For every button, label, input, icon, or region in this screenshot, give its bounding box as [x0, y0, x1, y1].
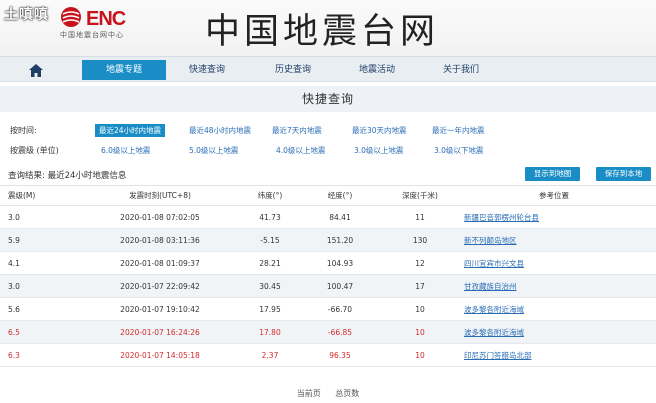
- cell-time: 2020-01-07 19:10:42: [120, 304, 200, 314]
- cell-latitude: 17.95: [259, 304, 281, 314]
- cell-location-link[interactable]: 波多黎各附近海域: [464, 298, 644, 320]
- cell-longitude: 104.93: [326, 258, 354, 268]
- cell-longitude: 100.47: [326, 281, 354, 291]
- time-option-1y[interactable]: 最近一年内地震: [428, 124, 489, 137]
- cell-longitude: -66.85: [327, 327, 353, 337]
- mag-option-3[interactable]: 3.0级以上地震: [350, 144, 407, 157]
- header-time[interactable]: 发震时刻(UTC+8): [100, 186, 220, 205]
- cell-time: 2020-01-07 14:05:18: [120, 350, 200, 360]
- cell-longitude: 151.20: [326, 235, 354, 245]
- pager-total: 总页数: [335, 389, 360, 398]
- cell-time: 2020-01-08 07:02:05: [120, 212, 200, 222]
- table-row[interactable]: 4.1 2020-01-08 01:09:37 28.21 104.93 12 …: [0, 252, 656, 275]
- cenc-logo-icon: [61, 7, 81, 27]
- table-row[interactable]: 5.6 2020-01-07 19:10:42 17.95 -66.70 10 …: [0, 298, 656, 321]
- mag-option-4[interactable]: 4.0级以上地震: [272, 144, 329, 157]
- cell-latitude: 28.21: [259, 258, 281, 268]
- cell-latitude: 41.73: [259, 212, 281, 222]
- cell-depth: 130: [412, 235, 428, 245]
- table-header: 震级(M) 发震时刻(UTC+8) 纬度(°) 经度(°) 深度(千米) 参考位…: [0, 186, 656, 206]
- cell-time: 2020-01-07 22:09:42: [120, 281, 200, 291]
- header-depth[interactable]: 深度(千米): [395, 186, 445, 205]
- show-on-map-button[interactable]: 显示到地图: [525, 167, 580, 181]
- result-text: 查询结果: 最近24小时地震信息: [8, 171, 127, 181]
- cell-depth: 11: [415, 212, 425, 222]
- cell-latitude: 30.45: [259, 281, 281, 291]
- cell-location-link[interactable]: 新不列颠岛地区: [464, 229, 644, 251]
- result-bar: 查询结果: 最近24小时地震信息 显示到地图 保存到本地: [0, 164, 656, 186]
- nav-item-about[interactable]: 关于我们: [424, 60, 498, 80]
- nav-item-history[interactable]: 历史查询: [256, 60, 330, 80]
- nav-home[interactable]: [22, 60, 50, 80]
- cell-depth: 10: [415, 327, 425, 337]
- cell-magnitude: 6.3: [8, 350, 20, 360]
- cell-time: 2020-01-08 03:11:36: [120, 235, 200, 245]
- cell-time: 2020-01-08 01:09:37: [120, 258, 200, 268]
- cell-location-link[interactable]: 新疆巴音郭楞州轮台县: [464, 206, 644, 228]
- logo-subtitle: 中国地震台网中心: [60, 31, 124, 39]
- cell-location-link[interactable]: 四川宜宾市兴文县: [464, 252, 644, 274]
- table-row[interactable]: 3.0 2020-01-07 22:09:42 30.45 100.47 17 …: [0, 275, 656, 298]
- cell-magnitude: 6.5: [8, 327, 20, 337]
- cell-magnitude: 3.0: [8, 281, 20, 291]
- time-filter-label: 按时间:: [10, 126, 37, 135]
- cell-magnitude: 4.1: [8, 258, 20, 268]
- cell-location-link[interactable]: 印尼苏门答腊岛北部: [464, 344, 644, 366]
- cell-longitude: 96.35: [329, 350, 351, 360]
- cell-magnitude: 5.9: [8, 235, 20, 245]
- mag-filter-row: 按震级 (单位) 6.0级以上地震 5.0级以上地震 4.0级以上地震 3.0级…: [0, 143, 656, 159]
- cell-longitude: 84.41: [329, 212, 351, 222]
- cell-depth: 10: [415, 304, 425, 314]
- cell-latitude: 2.37: [261, 350, 279, 360]
- table-row[interactable]: 6.5 2020-01-07 16:24:26 17.80 -66.85 10 …: [0, 321, 656, 344]
- main-nav: 地震专题 快速查询 历史查询 地震活动 关于我们: [0, 56, 656, 82]
- save-local-button[interactable]: 保存到本地: [596, 167, 651, 181]
- earthquake-table: 震级(M) 发震时刻(UTC+8) 纬度(°) 经度(°) 深度(千米) 参考位…: [0, 186, 656, 367]
- mag-option-6[interactable]: 6.0级以上地震: [97, 144, 154, 157]
- nav-item-activity[interactable]: 地震活动: [340, 60, 414, 80]
- cell-time: 2020-01-07 16:24:26: [120, 327, 200, 337]
- cell-magnitude: 5.6: [8, 304, 20, 314]
- time-option-7d[interactable]: 最近7天内地震: [268, 124, 326, 137]
- header-latitude[interactable]: 纬度(°): [250, 186, 290, 205]
- site-header: ENC 中国地震台网中心 中国地震台网 土嗔嗔: [0, 0, 656, 56]
- cell-depth: 12: [415, 258, 425, 268]
- mag-filter-label: 按震级 (单位): [10, 146, 59, 155]
- cell-depth: 17: [415, 281, 425, 291]
- pager-current[interactable]: 当前页: [297, 389, 321, 398]
- cell-latitude: 17.80: [259, 327, 281, 337]
- cenc-logo[interactable]: ENC: [60, 6, 126, 30]
- site-title: 中国地震台网: [205, 12, 440, 52]
- mag-option-below-3[interactable]: 3.0级以下地震: [430, 144, 487, 157]
- logo-text: ENC: [86, 8, 126, 30]
- home-icon: [29, 63, 43, 77]
- time-option-48h[interactable]: 最近48小时内地震: [185, 124, 255, 137]
- cell-depth: 10: [415, 350, 425, 360]
- header-longitude[interactable]: 经度(°): [320, 186, 360, 205]
- time-option-30d[interactable]: 最近30天内地震: [348, 124, 411, 137]
- cell-location-link[interactable]: 甘孜藏族自治州: [464, 275, 644, 297]
- pager: 当前页 总页数: [0, 388, 656, 402]
- cell-location-link[interactable]: 波多黎各附近海域: [464, 321, 644, 343]
- mag-option-5[interactable]: 5.0级以上地震: [185, 144, 242, 157]
- watermark-text: 土嗔嗔: [4, 7, 49, 23]
- section-title: 快捷查询: [0, 86, 656, 112]
- cell-longitude: -66.70: [327, 304, 353, 314]
- cell-magnitude: 3.0: [8, 212, 20, 222]
- header-magnitude[interactable]: 震级(M): [8, 186, 48, 205]
- cell-latitude: -5.15: [260, 235, 280, 245]
- time-filter-row: 按时间: 最近24小时内地震 最近48小时内地震 最近7天内地震 最近30天内地…: [0, 123, 656, 139]
- table-row[interactable]: 3.0 2020-01-08 07:02:05 41.73 84.41 11 新…: [0, 206, 656, 229]
- table-row[interactable]: 6.3 2020-01-07 14:05:18 2.37 96.35 10 印尼…: [0, 344, 656, 367]
- header-location: 参考位置: [539, 191, 569, 200]
- nav-item-topics[interactable]: 地震专题: [82, 60, 166, 80]
- time-option-24h[interactable]: 最近24小时内地震: [95, 124, 166, 137]
- nav-item-quick-query[interactable]: 快速查询: [170, 60, 244, 80]
- table-row[interactable]: 5.9 2020-01-08 03:11:36 -5.15 151.20 130…: [0, 229, 656, 252]
